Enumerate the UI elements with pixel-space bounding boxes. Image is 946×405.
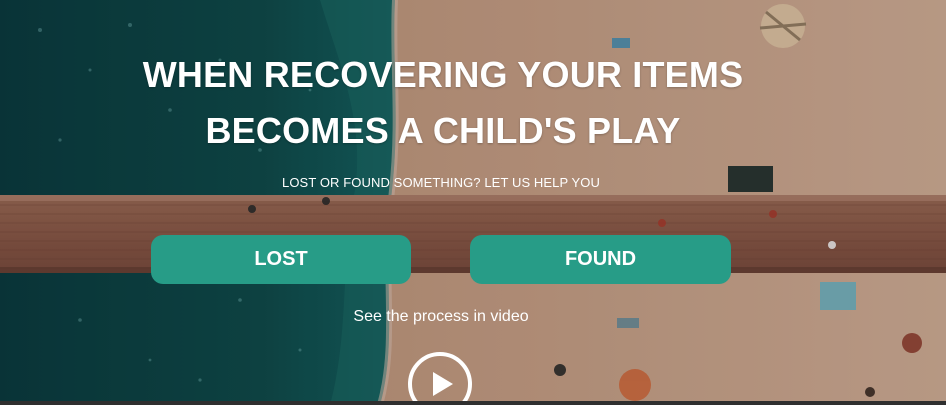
video-prompt: See the process in video bbox=[353, 308, 529, 325]
hero-subline: LOST OR FOUND SOMETHING? LET US HELP YOU bbox=[282, 175, 600, 190]
hero-headline-line-1: WHEN RECOVERING YOUR ITEMS bbox=[142, 54, 744, 95]
found-button[interactable]: FOUND bbox=[470, 235, 731, 284]
play-icon bbox=[433, 372, 453, 396]
bottom-border bbox=[0, 401, 946, 405]
hero-headline-line-2: BECOMES A CHILD'S PLAY bbox=[205, 110, 681, 151]
hero-section: WHEN RECOVERING YOUR ITEMS BECOMES A CHI… bbox=[0, 0, 946, 405]
lost-button[interactable]: LOST bbox=[151, 235, 411, 284]
